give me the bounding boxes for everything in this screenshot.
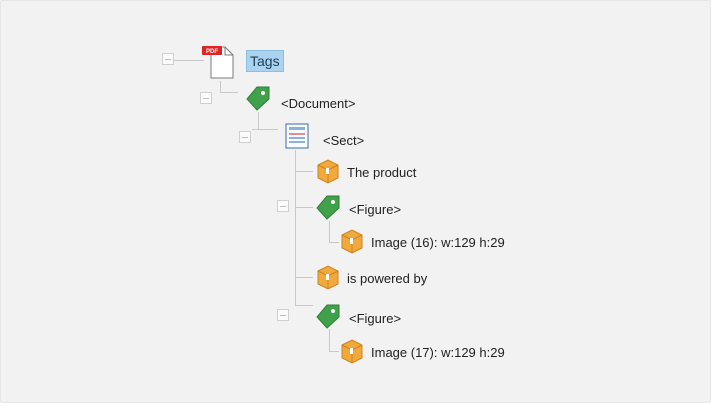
tag-icon <box>246 86 270 111</box>
tree-label-image-2[interactable]: Image (17): w:129 h:29 <box>371 345 505 361</box>
tag-icon <box>316 195 340 220</box>
tree-label-figure-2[interactable]: <Figure> <box>349 311 401 327</box>
pdf-file-icon: PDF <box>202 46 234 79</box>
tree-label-figure-1[interactable]: <Figure> <box>349 202 401 218</box>
connector <box>329 329 330 351</box>
connector <box>295 171 313 172</box>
collapse-toggle-sect[interactable] <box>239 131 251 143</box>
tree-label-sect[interactable]: <Sect> <box>323 133 364 149</box>
connector <box>329 351 339 352</box>
content-box-icon <box>317 265 339 290</box>
content-box-icon <box>341 339 363 364</box>
collapse-toggle-figure-2[interactable] <box>277 309 289 321</box>
tags-tree-panel: PDF Tags <Document> <Sect> The product <… <box>0 0 711 403</box>
tree-label-root[interactable]: Tags <box>246 50 284 72</box>
tree-label-content-1[interactable]: The product <box>347 165 416 181</box>
connector <box>258 112 259 129</box>
connector <box>295 305 313 306</box>
content-box-icon <box>317 159 339 184</box>
tree-label-image-1[interactable]: Image (16): w:129 h:29 <box>371 235 505 251</box>
section-icon <box>285 123 309 149</box>
collapse-toggle-document[interactable] <box>200 92 212 104</box>
tree-label-content-2[interactable]: is powered by <box>347 271 427 287</box>
connector <box>220 92 238 93</box>
collapse-toggle-root[interactable] <box>162 53 174 65</box>
connector <box>252 129 278 130</box>
connector <box>295 277 313 278</box>
tree-label-document[interactable]: <Document> <box>281 96 355 112</box>
pdf-badge-label: PDF <box>206 49 218 55</box>
tag-icon <box>316 304 340 329</box>
connector <box>295 150 296 305</box>
connector <box>295 207 313 208</box>
connector <box>329 221 330 243</box>
collapse-toggle-figure-1[interactable] <box>277 200 289 212</box>
connector <box>174 60 204 61</box>
content-box-icon <box>341 229 363 254</box>
connector <box>329 242 339 243</box>
